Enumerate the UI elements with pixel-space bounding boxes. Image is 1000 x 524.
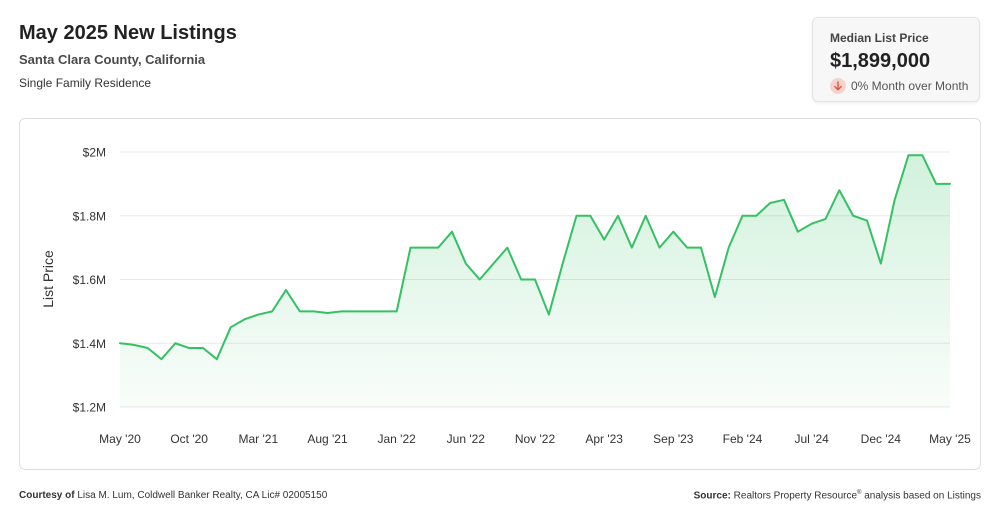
arrow-down-icon [830,78,846,94]
y-tick-label: $1.2M [73,401,106,415]
y-tick-label: $2M [83,146,106,160]
courtesy-text: Lisa M. Lum, Coldwell Banker Realty, CA … [77,490,328,501]
x-tick-label: Jan '22 [378,432,417,446]
y-tick-label: $1.8M [73,209,106,223]
source-text-pre: Realtors Property Resource [733,490,858,502]
x-tick-label: Nov '22 [515,432,556,446]
y-axis-label: List Price [40,250,56,308]
source-text-post: analysis based on Listings [861,490,981,502]
x-tick-label: May '25 [929,432,971,446]
kpi-value: $1,899,000 [830,50,931,72]
source-footer: Source: Realtors Property Resource® anal… [694,490,981,501]
kpi-label: Median List Price [830,31,929,45]
kpi-change-text: 0% Month over Month [851,79,969,93]
courtesy-label: Courtesy of [19,490,75,501]
location-subtitle: Santa Clara County, California [19,52,206,67]
kpi-change: 0% Month over Month [830,77,968,95]
chart-card: $2M $1.8M $1.6M $1.4M $1.2M May '20 Oct '20 Ma… [19,118,981,470]
y-tick-label: $1.4M [73,337,106,351]
page-title: May 2025 New Listings [19,22,237,44]
x-tick-label: Jun '22 [447,432,486,446]
x-tick-label: Dec '24 [861,432,902,446]
list-price-chart: $2M $1.8M $1.6M $1.4M $1.2M May '20 Oct '20 Ma… [40,146,971,447]
x-tick-label: Feb '24 [723,432,763,446]
courtesy-footer: Courtesy of Lisa M. Lum, Coldwell Banker… [19,490,327,501]
x-tick-label: Sep '23 [653,432,694,446]
y-tick-label: $1.6M [73,273,106,287]
x-tick-label: May '20 [99,432,141,446]
x-tick-label: Oct '20 [170,432,208,446]
x-tick-label: Apr '23 [585,432,623,446]
property-type: Single Family Residence [19,76,152,90]
x-tick-label: Jul '24 [795,432,830,446]
median-list-price-card: Median List Price $1,899,000 0% Month ov… [812,17,980,102]
x-tick-label: Aug '21 [307,432,348,446]
source-label: Source: [693,490,731,502]
x-tick-label: Mar '21 [239,432,279,446]
